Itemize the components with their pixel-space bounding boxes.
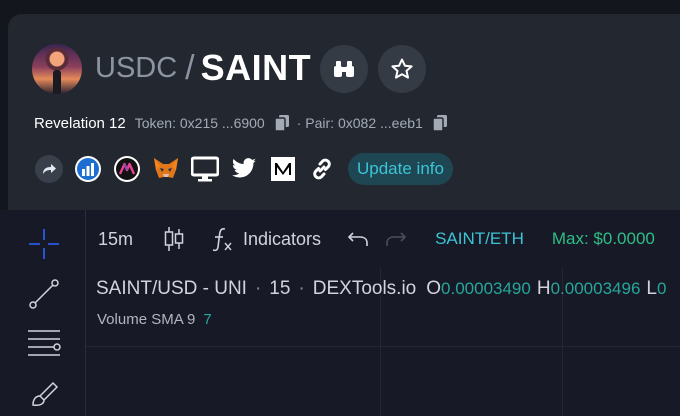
legend-separator: · [254, 278, 262, 299]
metamask-button[interactable] [151, 154, 181, 184]
interval-selector[interactable]: 15m [98, 229, 133, 250]
token-name: Revelation 12 [34, 114, 126, 132]
max-price-label: Max: $0.0000 [551, 229, 655, 248]
redo-button[interactable] [385, 230, 407, 248]
redo-icon [386, 232, 407, 246]
chart-legend: SAINT/USD - UNI · 15 · DEXTools.io O 0.0… [96, 276, 666, 302]
copy-link-button[interactable] [307, 154, 337, 184]
pair-toggle-button[interactable]: SAINT/ETH [435, 229, 524, 249]
brush-icon [32, 381, 59, 406]
volume-value: 7 [203, 311, 212, 328]
share-button[interactable] [34, 154, 64, 184]
quote-token-label: SAINT [200, 47, 312, 88]
medium-icon [271, 157, 295, 181]
indicators-label: Indicators [243, 228, 322, 249]
dextools-icon [75, 156, 101, 182]
dextools-link[interactable] [73, 154, 103, 184]
update-info-button[interactable]: Update info [348, 153, 453, 185]
token-info-line: Revelation 12 Token: 0x215 ...6900 · Pai… [34, 113, 455, 133]
legend-open-label: O [426, 278, 442, 299]
website-icon [191, 156, 219, 182]
drawing-toolbar [0, 210, 86, 416]
crosshair-tool[interactable] [22, 222, 66, 266]
pair-address: · Pair: 0x082 ...eeb1 [296, 115, 423, 131]
maximize-link[interactable] [112, 154, 142, 184]
social-links-row: Update info [34, 152, 453, 186]
token-address: Token: 0x215 ...6900 [134, 115, 265, 131]
twitter-link[interactable] [229, 154, 259, 184]
legend-separator: · [298, 278, 305, 299]
legend-source: DEXTools.io [312, 278, 417, 299]
undo-icon [347, 232, 368, 246]
pair-separator: / [185, 48, 195, 87]
undo-button[interactable] [347, 230, 369, 248]
link-icon [313, 158, 331, 180]
function-icon [212, 228, 232, 252]
legend-high-value: 0.00003496 [550, 279, 641, 298]
trend-line-icon [29, 279, 59, 309]
grid-line [86, 346, 680, 347]
volume-indicator-legend: Volume SMA 9 7 [97, 311, 212, 328]
chart-top-toolbar: 15m Indicators SAINT/ETH Max: $0.0000 [86, 210, 680, 268]
legend-symbol: SAINT/USD - UNI [96, 278, 247, 299]
token-avatar [32, 44, 82, 94]
medium-link[interactable] [268, 154, 298, 184]
legend-interval: 15 [269, 278, 291, 299]
copy-token-icon[interactable] [273, 115, 289, 132]
legend-high-label: H [536, 278, 551, 299]
brush-tool[interactable] [22, 370, 66, 414]
metamask-icon [154, 158, 178, 178]
legend-low-value: 0 [657, 279, 667, 298]
maximize-icon [114, 156, 140, 182]
indicators-button[interactable]: Indicators [211, 225, 321, 253]
twitter-icon [232, 158, 256, 178]
share-icon [35, 155, 63, 183]
candlestick-icon [164, 227, 184, 251]
fib-tool[interactable] [22, 320, 66, 364]
website-link[interactable] [190, 154, 220, 184]
pair-title: USDC / SAINT [95, 46, 311, 90]
crosshair-icon [29, 229, 59, 259]
favorite-button[interactable] [378, 45, 426, 93]
copy-pair-icon[interactable] [432, 115, 447, 132]
legend-open-value: 0.00003490 [441, 279, 531, 298]
legend-low-label: L [646, 278, 657, 299]
trend-line-tool[interactable] [22, 272, 66, 316]
binoculars-icon [334, 61, 354, 77]
binoculars-button[interactable] [320, 45, 368, 93]
chart-type-button[interactable] [163, 225, 185, 253]
base-token-label: USDC [95, 51, 178, 84]
fib-retracement-icon [28, 330, 61, 356]
volume-label: Volume SMA 9 [97, 311, 196, 328]
star-icon [391, 58, 413, 79]
